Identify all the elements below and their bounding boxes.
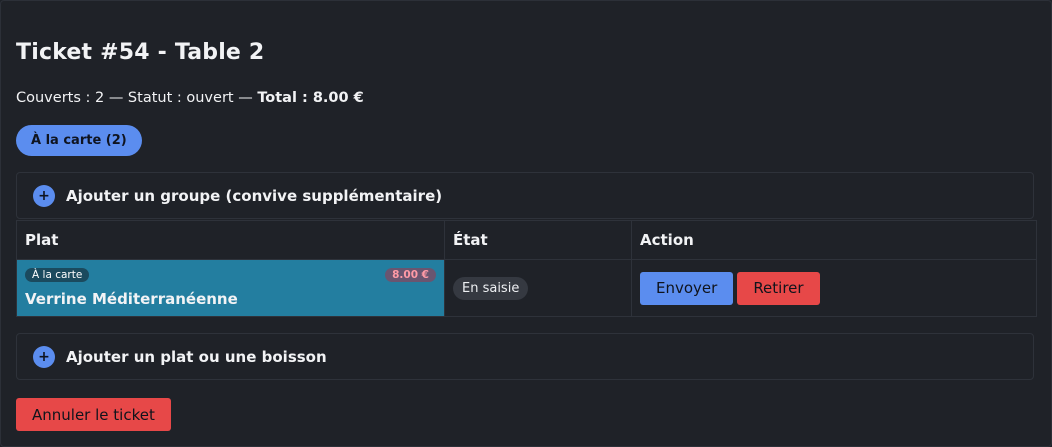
column-header-etat: État xyxy=(444,220,632,260)
table-header-row: Plat État Action xyxy=(16,220,1037,260)
state-cell: En saisie xyxy=(444,259,632,317)
add-item-button[interactable]: + Ajouter un plat ou une boisson xyxy=(16,333,1034,380)
price-badge: 8.00 € xyxy=(385,268,436,282)
table-row: À la carte 8.00 € Verrine Méditerranéenn… xyxy=(16,259,1037,317)
order-table: Plat État Action À la carte 8.00 € Verri… xyxy=(16,220,1037,317)
ticket-meta-text: Couverts : 2 — Statut : ouvert — xyxy=(16,90,258,106)
ticket-total: Total : 8.00 € xyxy=(257,90,364,106)
page-title: Ticket #54 - Table 2 xyxy=(16,40,265,65)
category-tag: À la carte xyxy=(25,268,90,282)
remove-button[interactable]: Retirer xyxy=(737,271,820,305)
add-item-label: Ajouter un plat ou une boisson xyxy=(66,347,327,366)
plus-icon: + xyxy=(33,345,55,368)
ticket-meta: Couverts : 2 — Statut : ouvert — Total :… xyxy=(16,90,364,106)
dish-name: Verrine Méditerranéenne xyxy=(25,290,238,308)
status-badge: En saisie xyxy=(453,276,529,300)
action-cell: Envoyer Retirer xyxy=(631,259,1037,317)
filter-pill-a-la-carte[interactable]: À la carte (2) xyxy=(16,125,142,156)
cancel-ticket-button[interactable]: Annuler le ticket xyxy=(16,398,171,431)
add-group-button[interactable]: + Ajouter un groupe (convive supplémenta… xyxy=(16,172,1034,219)
plus-icon: + xyxy=(33,184,55,207)
send-button[interactable]: Envoyer xyxy=(640,271,734,305)
column-header-plat: Plat xyxy=(16,220,445,260)
column-header-action: Action xyxy=(631,220,1037,260)
add-group-label: Ajouter un groupe (convive supplémentair… xyxy=(66,186,443,205)
dish-cell: À la carte 8.00 € Verrine Méditerranéenn… xyxy=(16,259,445,317)
